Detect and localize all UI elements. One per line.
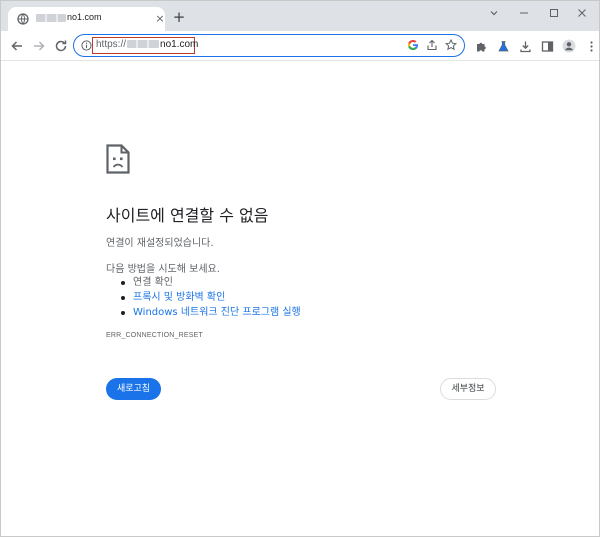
error-message: 연결이 재설정되었습니다. bbox=[106, 238, 214, 249]
labs-button[interactable] bbox=[495, 38, 511, 54]
suggestions-list: 연결 확인 프록시 및 방화벽 확인 Windows 네트워크 진단 프로그램 … bbox=[121, 275, 301, 320]
url-host: no1.com bbox=[160, 39, 199, 50]
close-icon bbox=[578, 9, 586, 17]
suggestion-run-network-diagnostics[interactable]: Windows 네트워크 진단 프로그램 실행 bbox=[121, 305, 301, 320]
toolbar-actions bbox=[473, 38, 599, 54]
share-icon bbox=[427, 39, 437, 51]
extensions-button[interactable] bbox=[473, 38, 489, 54]
sad-page-icon bbox=[106, 144, 130, 174]
url-text[interactable]: https:// no1.com bbox=[96, 39, 198, 50]
share-button[interactable] bbox=[425, 38, 439, 52]
bookmark-button[interactable] bbox=[444, 38, 458, 52]
address-bar[interactable]: https:// no1.com bbox=[73, 34, 465, 57]
tab-active[interactable]: no1.com × bbox=[8, 7, 165, 31]
redacted-text bbox=[127, 40, 160, 49]
downloads-button[interactable] bbox=[517, 38, 533, 54]
suggestion-check-connection: 연결 확인 bbox=[121, 275, 301, 290]
info-icon[interactable] bbox=[81, 40, 92, 51]
address-bar-actions bbox=[406, 38, 458, 52]
back-button[interactable] bbox=[9, 38, 25, 54]
avatar-icon bbox=[562, 39, 576, 53]
error-code: ERR_CONNECTION_RESET bbox=[106, 332, 203, 339]
tab-strip: no1.com × + bbox=[1, 1, 599, 31]
browser-toolbar: https:// no1.com bbox=[1, 31, 599, 61]
minimize-icon bbox=[520, 12, 528, 14]
redacted-text bbox=[36, 13, 66, 22]
reload-icon bbox=[55, 40, 67, 52]
side-panel-button[interactable] bbox=[539, 38, 555, 54]
reload-page-button[interactable]: 새로고침 bbox=[106, 378, 161, 400]
google-icon bbox=[408, 40, 418, 50]
minimize-button[interactable] bbox=[514, 5, 534, 21]
details-button[interactable]: 세부정보 bbox=[440, 378, 496, 400]
url-scheme: https:// bbox=[96, 39, 127, 50]
tab-close-button[interactable]: × bbox=[153, 11, 167, 27]
google-lens-button[interactable] bbox=[406, 38, 420, 52]
download-icon bbox=[519, 41, 531, 52]
error-title: 사이트에 연결할 수 없음 bbox=[106, 206, 269, 225]
chevron-down-icon bbox=[490, 11, 498, 16]
side-panel-icon bbox=[541, 40, 553, 52]
maximize-button[interactable] bbox=[544, 5, 564, 21]
forward-button[interactable] bbox=[31, 38, 47, 54]
forward-arrow-icon bbox=[34, 41, 45, 51]
new-tab-button[interactable]: + bbox=[171, 9, 187, 25]
kebab-menu-icon bbox=[589, 40, 593, 52]
error-page: 사이트에 연결할 수 없음 연결이 재설정되었습니다. 다음 방법을 시도해 보… bbox=[1, 62, 599, 536]
suggestions-heading: 다음 방법을 시도해 보세요. bbox=[106, 264, 220, 275]
puzzle-icon bbox=[476, 42, 486, 51]
star-icon bbox=[445, 39, 457, 51]
profile-button[interactable] bbox=[561, 38, 577, 54]
suggestion-check-proxy-firewall[interactable]: 프록시 및 방화벽 확인 bbox=[121, 290, 301, 305]
maximize-icon bbox=[550, 9, 558, 17]
tab-title-text: no1.com bbox=[67, 12, 102, 22]
reload-button[interactable] bbox=[53, 38, 69, 54]
browser-window: no1.com × + https:// no1.com 사이트에 연결할 수 … bbox=[0, 0, 600, 537]
window-close-button[interactable] bbox=[572, 5, 592, 21]
flask-icon bbox=[497, 40, 509, 51]
globe-icon bbox=[17, 13, 29, 25]
back-arrow-icon bbox=[11, 41, 22, 51]
chrome-menu-button[interactable] bbox=[583, 38, 599, 54]
tab-title: no1.com bbox=[36, 12, 102, 22]
tab-search-button[interactable] bbox=[484, 5, 504, 21]
